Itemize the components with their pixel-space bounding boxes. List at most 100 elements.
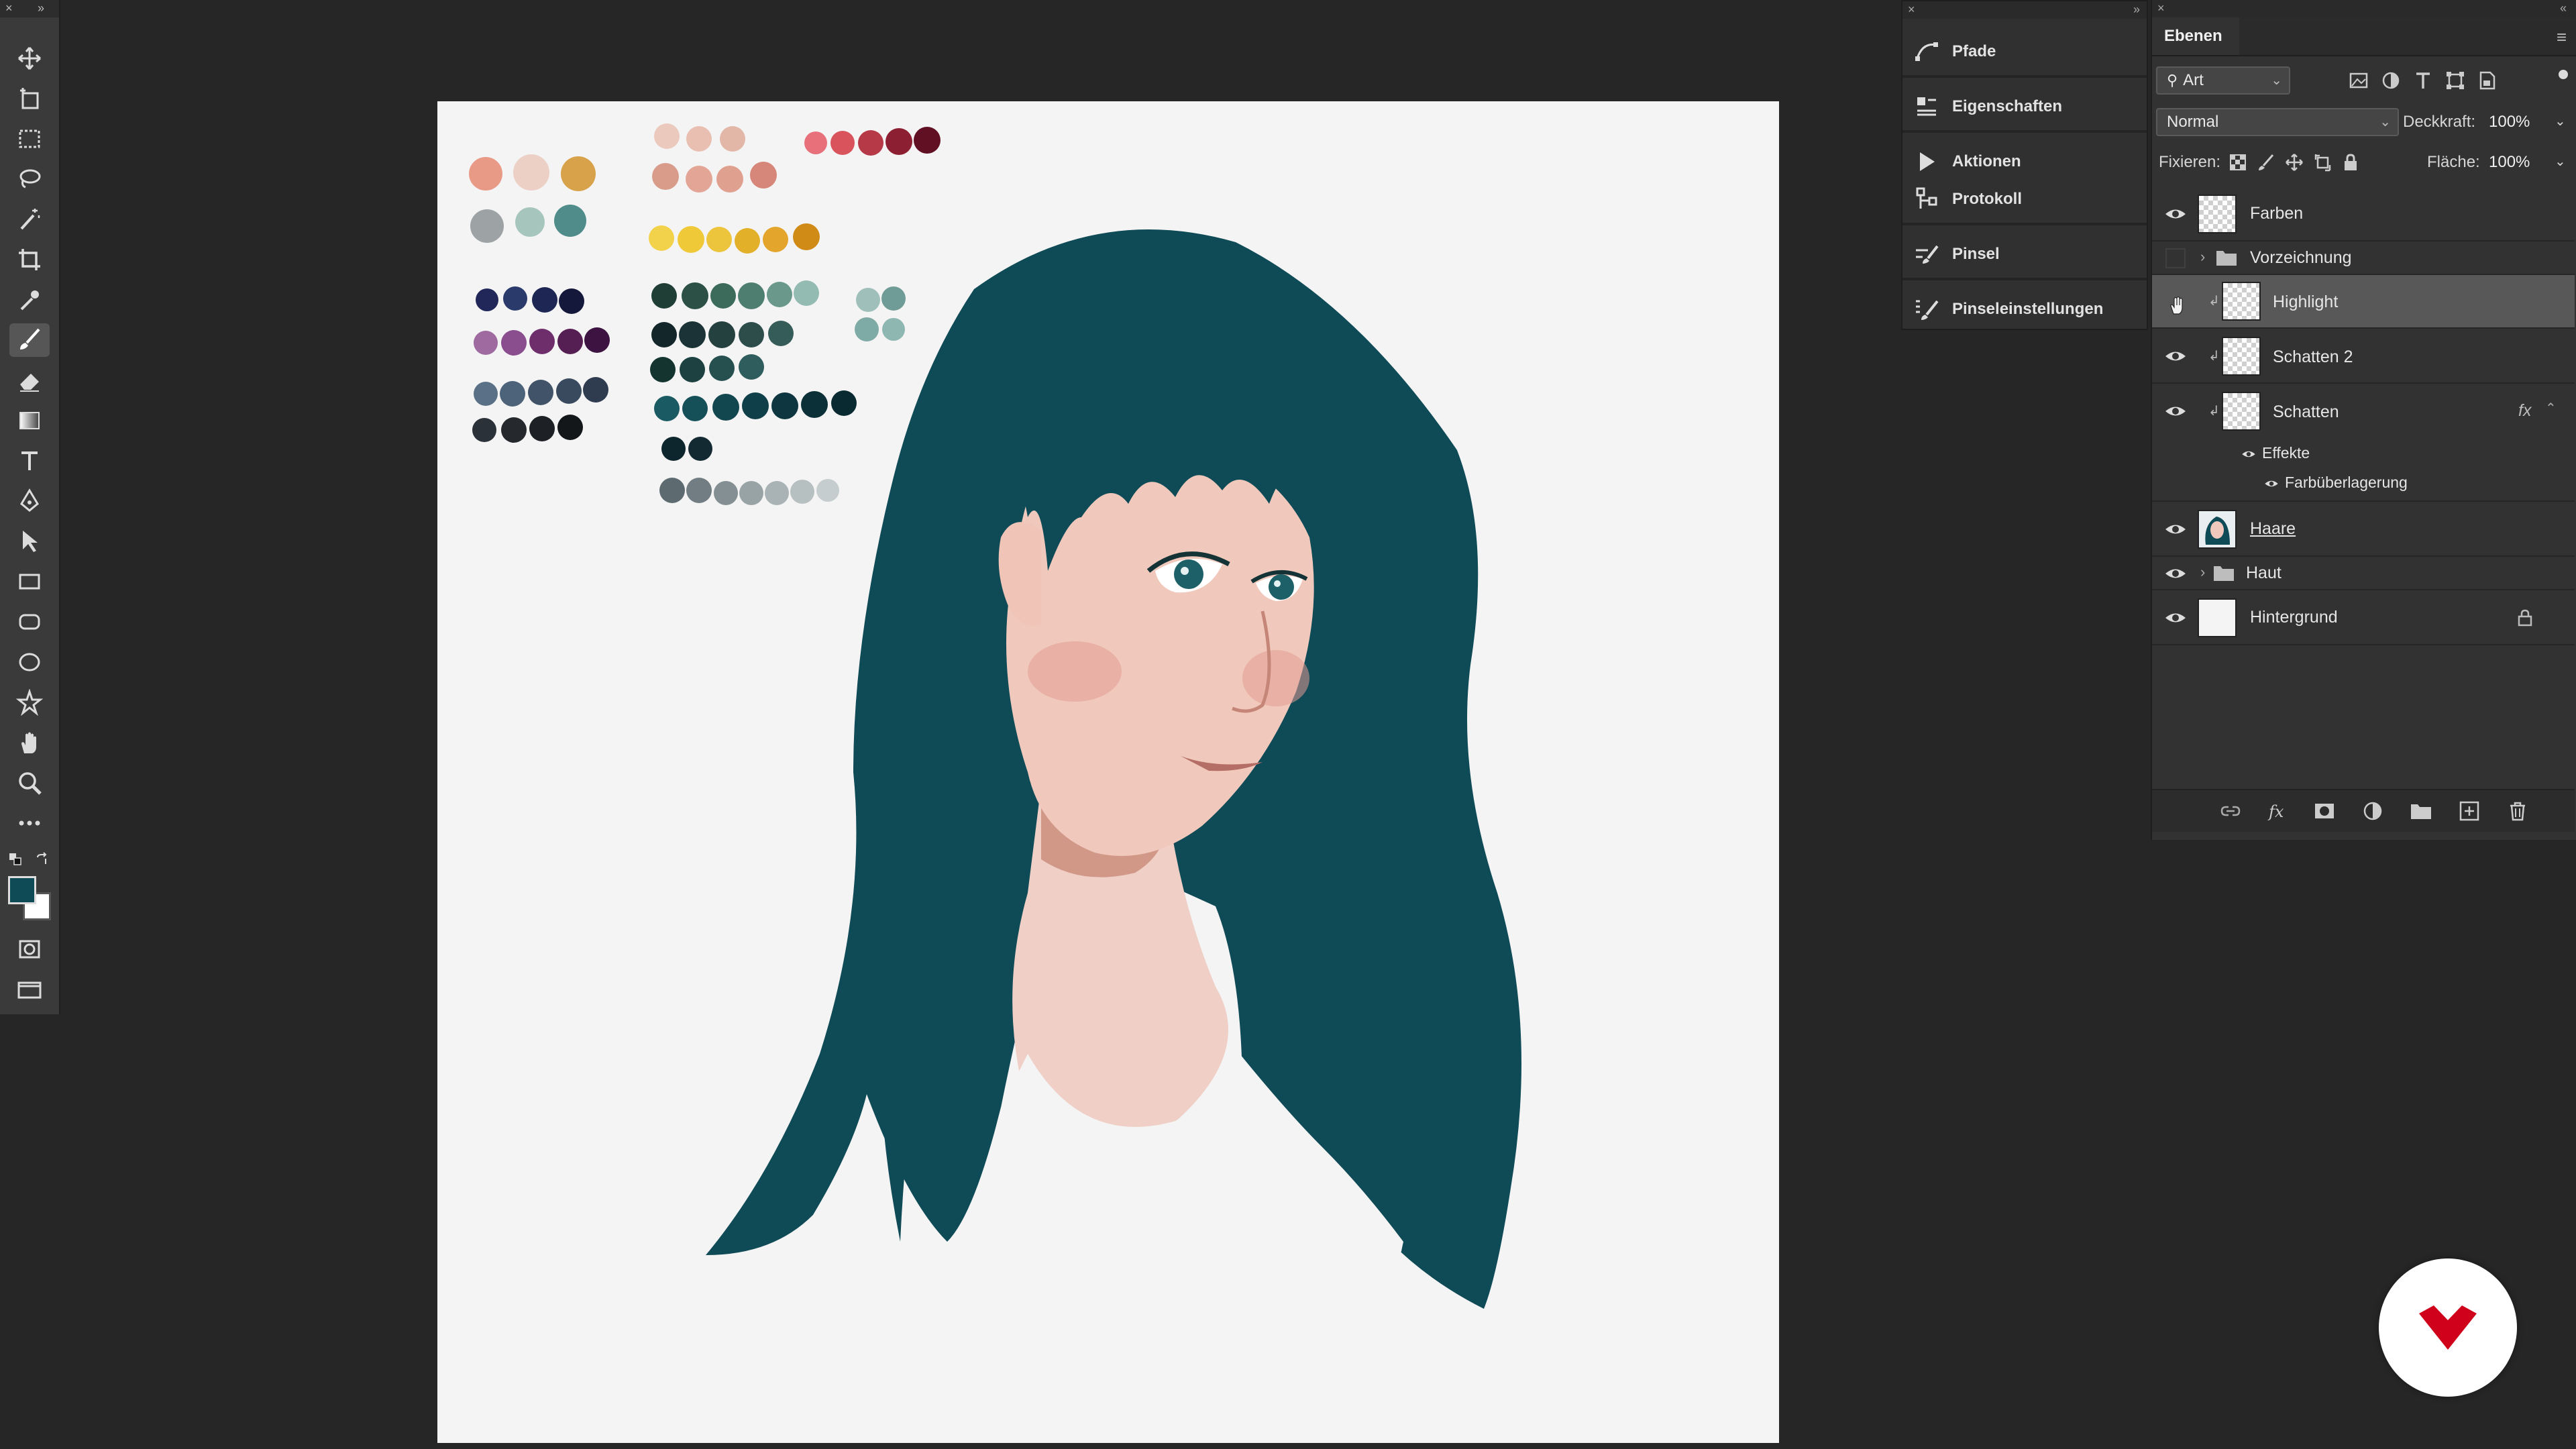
eraser-icon — [20, 374, 39, 392]
filter-smart-object-icon[interactable] — [2477, 70, 2498, 91]
new-group-icon[interactable] — [2410, 800, 2432, 822]
svg-text:fx: fx — [2267, 802, 2284, 821]
rectangle-tool[interactable] — [9, 565, 50, 598]
magic-wand-tool[interactable] — [9, 203, 50, 236]
layer-name: Schatten 2 — [2273, 347, 2353, 366]
foreground-color-swatch[interactable] — [8, 876, 36, 904]
expand-icon[interactable]: » — [38, 1, 44, 15]
layer-style-fx-icon[interactable]: fx — [2266, 800, 2289, 822]
opacity-field[interactable]: 100% — [2489, 113, 2530, 131]
rectangle-icon — [19, 574, 40, 590]
fill-chevron-icon[interactable]: ⌄ — [2555, 153, 2566, 170]
document-canvas[interactable] — [437, 101, 1779, 1443]
layer-effects-badge[interactable]: fx — [2518, 401, 2531, 421]
lock-transparent-pixels-icon[interactable] — [2229, 153, 2247, 172]
brush-tool[interactable] — [9, 323, 50, 357]
pen-tool[interactable] — [9, 484, 50, 518]
default-colors-icon[interactable] — [8, 852, 23, 867]
new-layer-icon[interactable] — [2458, 800, 2481, 822]
expand-icon[interactable]: » — [2133, 3, 2140, 17]
marquee-tool[interactable] — [9, 122, 50, 156]
path-select-tool[interactable] — [9, 525, 50, 558]
rounded-rectangle-tool[interactable] — [9, 605, 50, 639]
quick-mask-icon — [19, 940, 40, 959]
layer-row-schatten[interactable]: ↲ Schatten fx ⌃ — [2152, 384, 2575, 439]
eraser-tool[interactable] — [9, 364, 50, 397]
type-tool[interactable] — [9, 444, 50, 478]
hair-thumbnail-icon — [2205, 517, 2230, 545]
link-layers-icon[interactable] — [2219, 800, 2242, 822]
visibility-eye-icon[interactable] — [2241, 447, 2257, 462]
adjustment-layer-icon[interactable] — [2361, 800, 2384, 822]
chevron-right-icon[interactable]: › — [2200, 248, 2205, 266]
crop-tool[interactable] — [9, 243, 50, 276]
zoom-tool[interactable] — [9, 766, 50, 800]
dock-item-pfade[interactable]: Pfade — [1902, 28, 2147, 75]
layer-row-haare[interactable]: Haare — [2152, 502, 2575, 557]
ellipse-tool[interactable] — [9, 645, 50, 679]
chevron-right-icon[interactable]: › — [2200, 564, 2205, 581]
filter-type-icon[interactable] — [2412, 70, 2434, 91]
blend-mode-select[interactable]: Normal ⌄ — [2156, 108, 2399, 136]
type-icon — [21, 451, 38, 470]
lock-image-pixels-icon[interactable] — [2257, 153, 2275, 172]
visibility-eye-icon[interactable] — [2164, 606, 2187, 629]
effects-header-row[interactable]: Effekte — [2152, 439, 2575, 468]
dock-item-label: Eigenschaften — [1952, 97, 2063, 115]
visibility-hidden-icon[interactable] — [2164, 247, 2187, 270]
move-tool[interactable] — [9, 42, 50, 75]
custom-shape-tool[interactable] — [9, 686, 50, 719]
layer-filter-select[interactable]: ⚲ Art ⌄ — [2156, 66, 2290, 95]
effects-collapse-icon[interactable]: ⌃ — [2545, 400, 2557, 417]
fill-field[interactable]: 100% — [2489, 153, 2530, 172]
dock-item-protokoll[interactable]: Protokoll — [1902, 176, 2147, 223]
visibility-eye-icon[interactable] — [2164, 518, 2187, 541]
layer-row-haut[interactable]: › Haut — [2152, 557, 2575, 590]
dock-item-pinsel[interactable]: Pinsel — [1902, 231, 2147, 278]
hand-tool[interactable] — [9, 726, 50, 759]
filter-toggle[interactable] — [2559, 70, 2568, 79]
filter-adjustment-icon[interactable] — [2380, 70, 2402, 91]
layer-row-highlight[interactable]: ↲ Highlight — [2152, 275, 2575, 329]
rounded-rectangle-icon — [19, 614, 40, 630]
visibility-eye-icon[interactable] — [2263, 476, 2279, 491]
lasso-tool[interactable] — [9, 162, 50, 196]
visibility-eye-icon[interactable] — [2164, 203, 2187, 225]
visibility-eye-icon[interactable] — [2164, 345, 2187, 368]
effect-name: Farbüberlagerung — [2285, 474, 2408, 491]
close-icon[interactable]: × — [5, 1, 13, 15]
swap-colors-icon[interactable] — [35, 852, 50, 867]
lock-artboard-icon[interactable] — [2313, 153, 2332, 172]
eyedropper-tool[interactable] — [9, 283, 50, 317]
tab-ebenen[interactable]: Ebenen — [2152, 17, 2239, 55]
gradient-tool[interactable] — [9, 404, 50, 437]
close-icon[interactable]: × — [2157, 1, 2165, 15]
lock-all-icon[interactable] — [2341, 153, 2360, 172]
layer-row-vorzeichnung[interactable]: › Vorzeichnung — [2152, 241, 2575, 275]
lock-position-icon[interactable] — [2285, 153, 2304, 172]
dock-item-pinseleinstellungen[interactable]: Pinseleinstellungen — [1902, 286, 2147, 333]
cheek-right — [1242, 650, 1309, 706]
filter-shape-icon[interactable] — [2445, 70, 2466, 91]
layer-row-farben[interactable]: Farben — [2152, 186, 2575, 241]
dock-separator — [1902, 130, 2147, 133]
delete-layer-icon[interactable] — [2506, 800, 2529, 822]
add-mask-icon[interactable] — [2313, 800, 2336, 822]
panel-menu-icon[interactable]: ≡ — [2557, 27, 2567, 48]
quick-mask-button[interactable] — [9, 932, 50, 966]
layer-row-hintergrund[interactable]: Hintergrund — [2152, 590, 2575, 645]
artboard-tool[interactable] — [9, 82, 50, 115]
filter-pixel-icon[interactable] — [2348, 70, 2369, 91]
layer-row-schatten-2[interactable]: ↲ Schatten 2 — [2152, 329, 2575, 384]
collapse-icon[interactable]: « — [2560, 1, 2567, 15]
visibility-eye-icon[interactable] — [2164, 400, 2187, 423]
more-tools-button[interactable] — [9, 806, 50, 840]
opacity-chevron-icon[interactable]: ⌄ — [2555, 113, 2566, 129]
zoom-icon — [19, 772, 42, 795]
close-icon[interactable]: × — [1908, 3, 1915, 17]
dock-item-eigenschaften[interactable]: Eigenschaften — [1902, 83, 2147, 130]
hand-cursor-icon — [2170, 296, 2183, 315]
effect-row-farbueberlagerung[interactable]: Farbüberlagerung — [2152, 468, 2575, 502]
screen-mode-button[interactable] — [9, 973, 50, 1006]
visibility-eye-icon[interactable] — [2164, 562, 2187, 585]
